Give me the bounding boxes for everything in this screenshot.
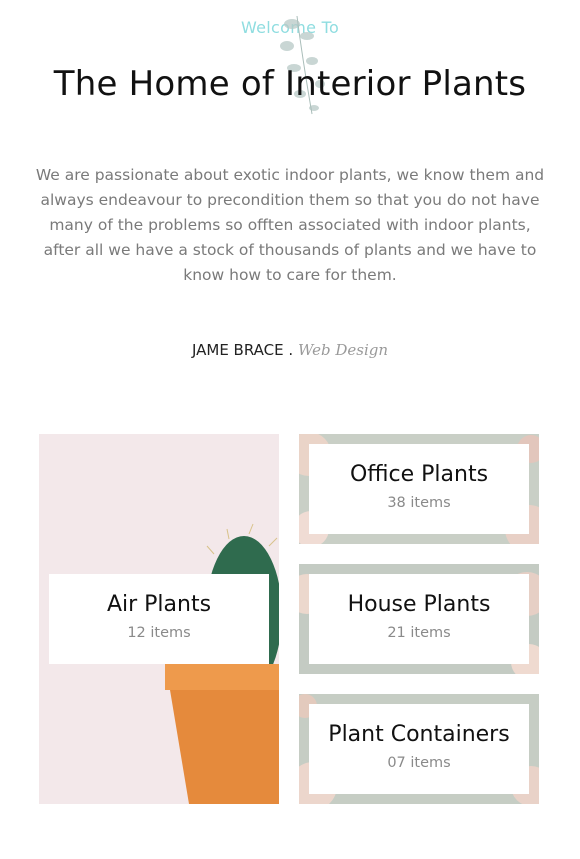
- author-name: JAME BRACE .: [191, 341, 294, 359]
- category-name: Air Plants: [106, 592, 212, 617]
- category-count: 21 items: [387, 625, 451, 641]
- author-role: Web Design: [297, 341, 389, 359]
- category-tile-plant-containers[interactable]: Plant Containers 07 items: [299, 694, 539, 804]
- category-count: 12 items: [127, 625, 191, 641]
- category-label-card: Plant Containers 07 items: [309, 704, 529, 794]
- category-name: Plant Containers: [328, 722, 510, 747]
- category-label-card: House Plants 21 items: [309, 574, 529, 664]
- category-tile-air-plants[interactable]: Air Plants 12 items: [39, 434, 279, 804]
- category-label-card: Office Plants 38 items: [309, 444, 529, 534]
- page-title: The Home of Interior Plants: [53, 64, 527, 104]
- category-name: House Plants: [347, 592, 491, 617]
- category-name: Office Plants: [349, 462, 489, 487]
- category-tile-office-plants[interactable]: Office Plants 38 items: [299, 434, 539, 544]
- intro-paragraph: We are passionate about exotic indoor pl…: [35, 166, 545, 284]
- category-count: 38 items: [387, 495, 451, 511]
- category-tile-house-plants[interactable]: House Plants 21 items: [299, 564, 539, 674]
- author-line: JAME BRACE . Web Design: [0, 341, 580, 359]
- category-label-card: Air Plants 12 items: [49, 574, 269, 664]
- category-count: 07 items: [387, 755, 451, 771]
